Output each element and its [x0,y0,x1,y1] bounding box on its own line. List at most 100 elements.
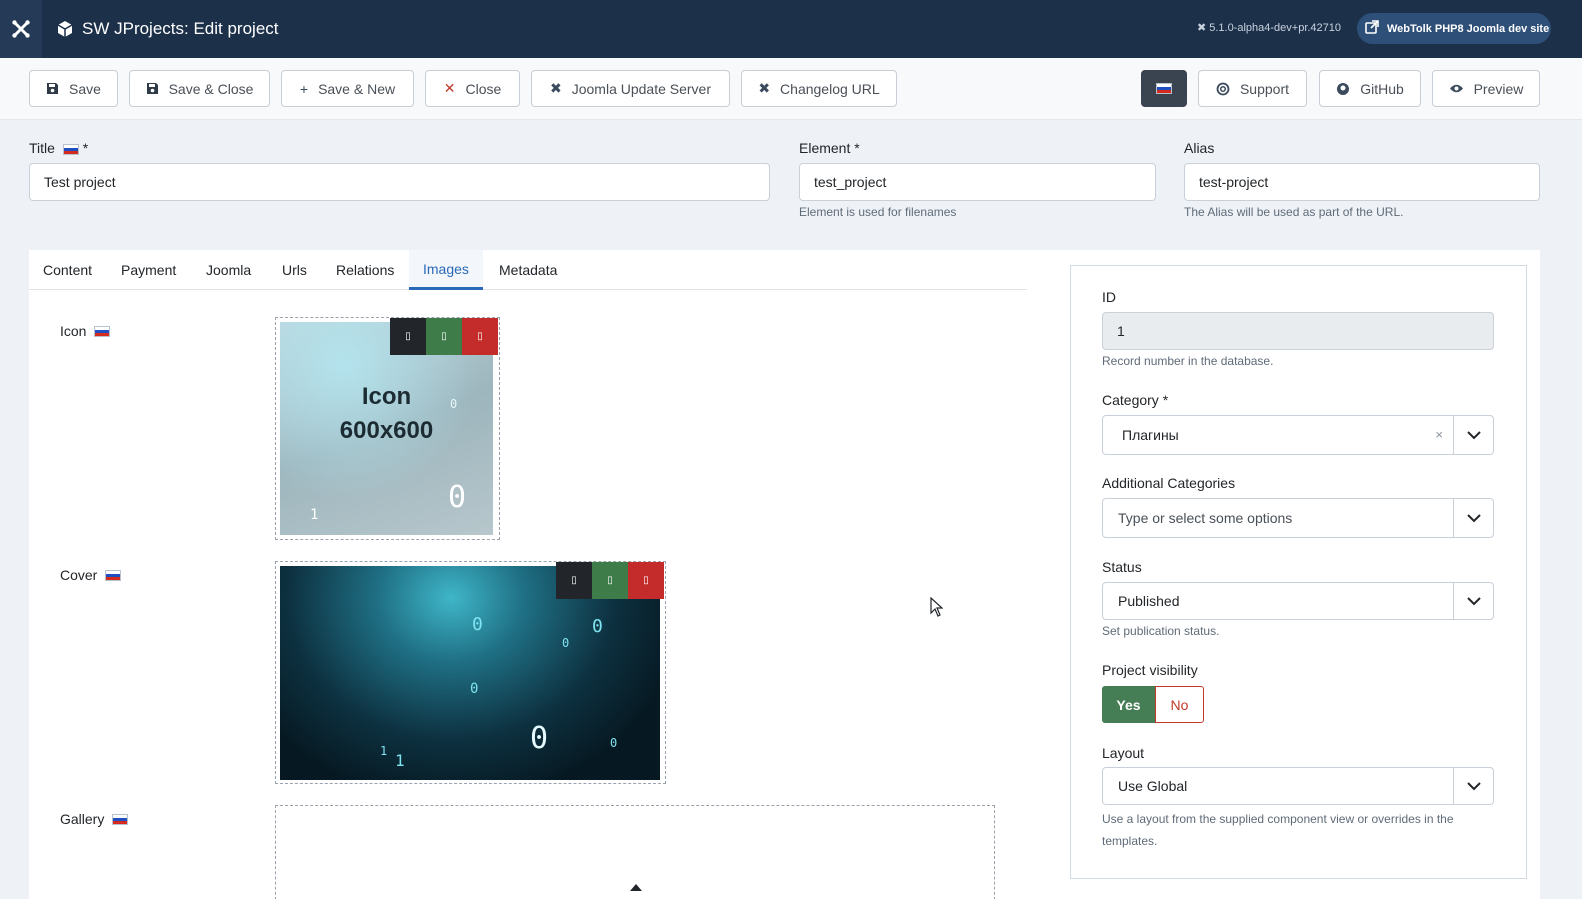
select-image-button[interactable]: ▯ [592,562,628,599]
language-flag-button[interactable] [1141,70,1187,107]
visibility-no-button[interactable]: No [1155,686,1204,723]
icon-label-text: Icon [60,323,87,339]
tab-joomla[interactable]: Joomla [192,250,265,290]
tab-urls[interactable]: Urls [268,250,321,290]
layout-select[interactable]: Use Global [1102,767,1494,805]
eye-icon [1449,83,1464,94]
edit-image-button[interactable]: ▯ [556,562,592,599]
required-mark: * [82,140,89,156]
page-title-text: SW JProjects: Edit project [82,19,279,38]
update-server-label: Joomla Update Server [571,80,712,97]
github-button[interactable]: GitHub [1319,70,1421,107]
decor-digit: 0 [448,480,467,515]
support-button[interactable]: Support [1198,70,1307,107]
id-hint: Record number in the database. [1102,354,1274,368]
status-select[interactable]: Published [1102,582,1494,620]
save-new-label: Save & New [318,80,396,97]
decor-digit: 0 [472,614,483,635]
title-input[interactable]: Test project [29,163,770,201]
status-value: Published [1118,593,1180,609]
layout-hint: Use a layout from the supplied component… [1102,812,1454,848]
view-site-button[interactable]: WebTolk PHP8 Joomla dev site [1357,13,1551,44]
category-value: Плагины [1122,427,1179,443]
cube-icon [56,20,74,38]
decor-digit: 0 [592,616,603,637]
tab-images[interactable]: Images [409,250,483,290]
decor-digit: 0 [562,636,570,650]
alias-label: Alias [1184,140,1215,156]
layout-label: Layout [1102,745,1145,761]
icon-caption-line2: 600x600 [339,417,434,444]
additional-categories-select[interactable]: Type or select some options [1102,498,1494,538]
select-image-button[interactable]: ▯ [426,318,462,355]
ru-flag-icon [112,813,129,825]
plus-icon: + [299,80,309,97]
additional-categories-label: Additional Categories [1102,475,1236,491]
category-label: Category * [1102,392,1169,408]
element-input[interactable]: test_project [799,163,1156,201]
chevron-down-icon [1453,499,1493,537]
close-icon: ✕ [443,80,456,96]
tab-payment[interactable]: Payment [107,250,190,290]
changelog-button[interactable]: ✖ Changelog URL [741,70,897,107]
version-info: ✖ 5.1.0-alpha4-dev+pr.42710 [1197,21,1342,35]
cover-image-actions: ▯ ▯ ▯ [556,562,664,599]
icon-label: Icon [60,323,111,339]
changelog-label: Changelog URL [780,80,880,97]
visibility-toggle: Yes No [1102,686,1204,723]
decor-digit: 0 [530,721,549,756]
icon-caption-line1: Icon [361,383,412,410]
page-title: SW JProjects: Edit project [56,19,279,39]
visibility-yes-button[interactable]: Yes [1102,686,1155,723]
tab-metadata[interactable]: Metadata [485,250,571,290]
close-button[interactable]: ✕ Close [425,70,520,107]
decor-digit: 0 [450,397,458,411]
gallery-label: Gallery [60,811,129,827]
upload-arrow-icon [630,884,642,891]
joomla-logo-icon[interactable] [0,0,42,58]
layout-value: Use Global [1118,778,1188,794]
status-label: Status [1102,559,1142,575]
title-label: Title * [29,140,88,156]
joomla-small-icon: ✖ [1197,22,1207,34]
save-new-button[interactable]: + Save & New [281,70,414,107]
decor-digit: 0 [470,681,479,697]
chevron-down-icon [1453,583,1493,619]
preview-label: Preview [1473,80,1524,97]
category-select[interactable]: Плагины × [1102,415,1494,455]
element-hint: Element is used for filenames [799,205,957,219]
decor-digit: 1 [380,744,388,758]
github-label: GitHub [1360,80,1404,97]
save-button[interactable]: Save [29,70,118,107]
mouse-cursor-icon [930,596,944,622]
version-text: 5.1.0-alpha4-dev+pr.42710 [1209,21,1342,34]
update-server-button[interactable]: ✖ Joomla Update Server [531,70,730,107]
gallery-label-text: Gallery [60,811,105,827]
icon-image-caption: Icon 600x600 [280,380,493,448]
toolbar: Save Save & Close + Save & New ✕ Close ✖… [0,58,1582,120]
chevron-down-icon [1453,416,1493,454]
decor-digit: 1 [395,751,405,770]
external-link-icon [1365,20,1379,37]
alias-input[interactable]: test-project [1184,163,1540,201]
cover-label: Cover [60,567,122,583]
joomla-icon: ✖ [549,80,562,96]
preview-button[interactable]: Preview [1432,70,1540,107]
edit-image-button[interactable]: ▯ [390,318,426,355]
tab-content[interactable]: Content [29,250,106,290]
tab-relations[interactable]: Relations [322,250,408,290]
element-label: Element * [799,140,860,156]
additional-categories-placeholder: Type or select some options [1118,510,1293,526]
id-field: 1 [1102,312,1494,350]
icon-image-actions: ▯ ▯ ▯ [390,318,498,355]
decor-digit: 1 [310,507,319,523]
gallery-dropzone[interactable] [275,805,995,899]
ru-flag-icon [94,325,111,337]
remove-image-button[interactable]: ▯ [462,318,498,355]
remove-image-button[interactable]: ▯ [628,562,664,599]
lifebuoy-icon [1216,82,1230,96]
id-label: ID [1102,289,1116,305]
cover-label-text: Cover [60,567,98,583]
save-close-button[interactable]: Save & Close [129,70,270,107]
clear-category-icon[interactable]: × [1435,427,1443,442]
